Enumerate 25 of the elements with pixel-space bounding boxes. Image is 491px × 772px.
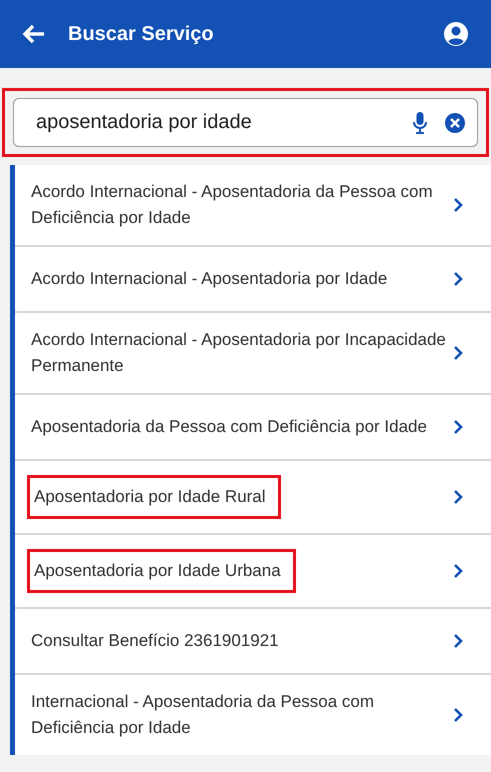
result-item[interactable]: Consultar Benefício 2361901921 bbox=[15, 609, 491, 673]
chevron-right-icon bbox=[453, 563, 463, 579]
chevron-right-icon bbox=[453, 707, 463, 723]
search-field[interactable]: aposentadoria por idade bbox=[13, 98, 478, 147]
chevron-right-icon bbox=[453, 633, 463, 649]
result-item[interactable]: Internacional - Aposentadoria da Pessoa com Deficiência por Idade bbox=[15, 675, 491, 755]
clear-icon[interactable] bbox=[445, 112, 465, 132]
chevron-right-icon bbox=[453, 271, 463, 287]
chevron-right-icon bbox=[453, 345, 463, 361]
result-item[interactable]: Acordo Internacional - Aposentadoria da Pessoa com Deficiência por Idade bbox=[15, 165, 491, 245]
chevron-right-icon bbox=[453, 489, 463, 505]
result-item[interactable]: Aposentadoria da Pessoa com Deficiência por Idade bbox=[15, 395, 491, 459]
result-item[interactable]: Acordo Internacional - Aposentadoria por Idade bbox=[15, 247, 491, 311]
result-item[interactable]: Aposentadoria por Idade Rural bbox=[15, 461, 491, 533]
account-button[interactable] bbox=[443, 21, 469, 47]
page-title: Buscar Serviço bbox=[68, 22, 215, 46]
result-item[interactable]: Aposentadoria por Idade Urbana bbox=[15, 535, 491, 607]
chevron-right-icon bbox=[453, 419, 463, 435]
back-button[interactable] bbox=[22, 23, 46, 45]
microphone-icon[interactable] bbox=[413, 112, 427, 134]
highlight-frame: Aposentadoria por Idade Urbana bbox=[27, 549, 296, 593]
chevron-right-icon bbox=[453, 197, 463, 213]
result-item[interactable]: Acordo Internacional - Aposentadoria por Incapacidade Permanente bbox=[15, 313, 491, 393]
search-input[interactable]: aposentadoria por idade bbox=[34, 110, 395, 135]
highlight-frame: Aposentadoria por Idade Rural bbox=[27, 475, 281, 519]
